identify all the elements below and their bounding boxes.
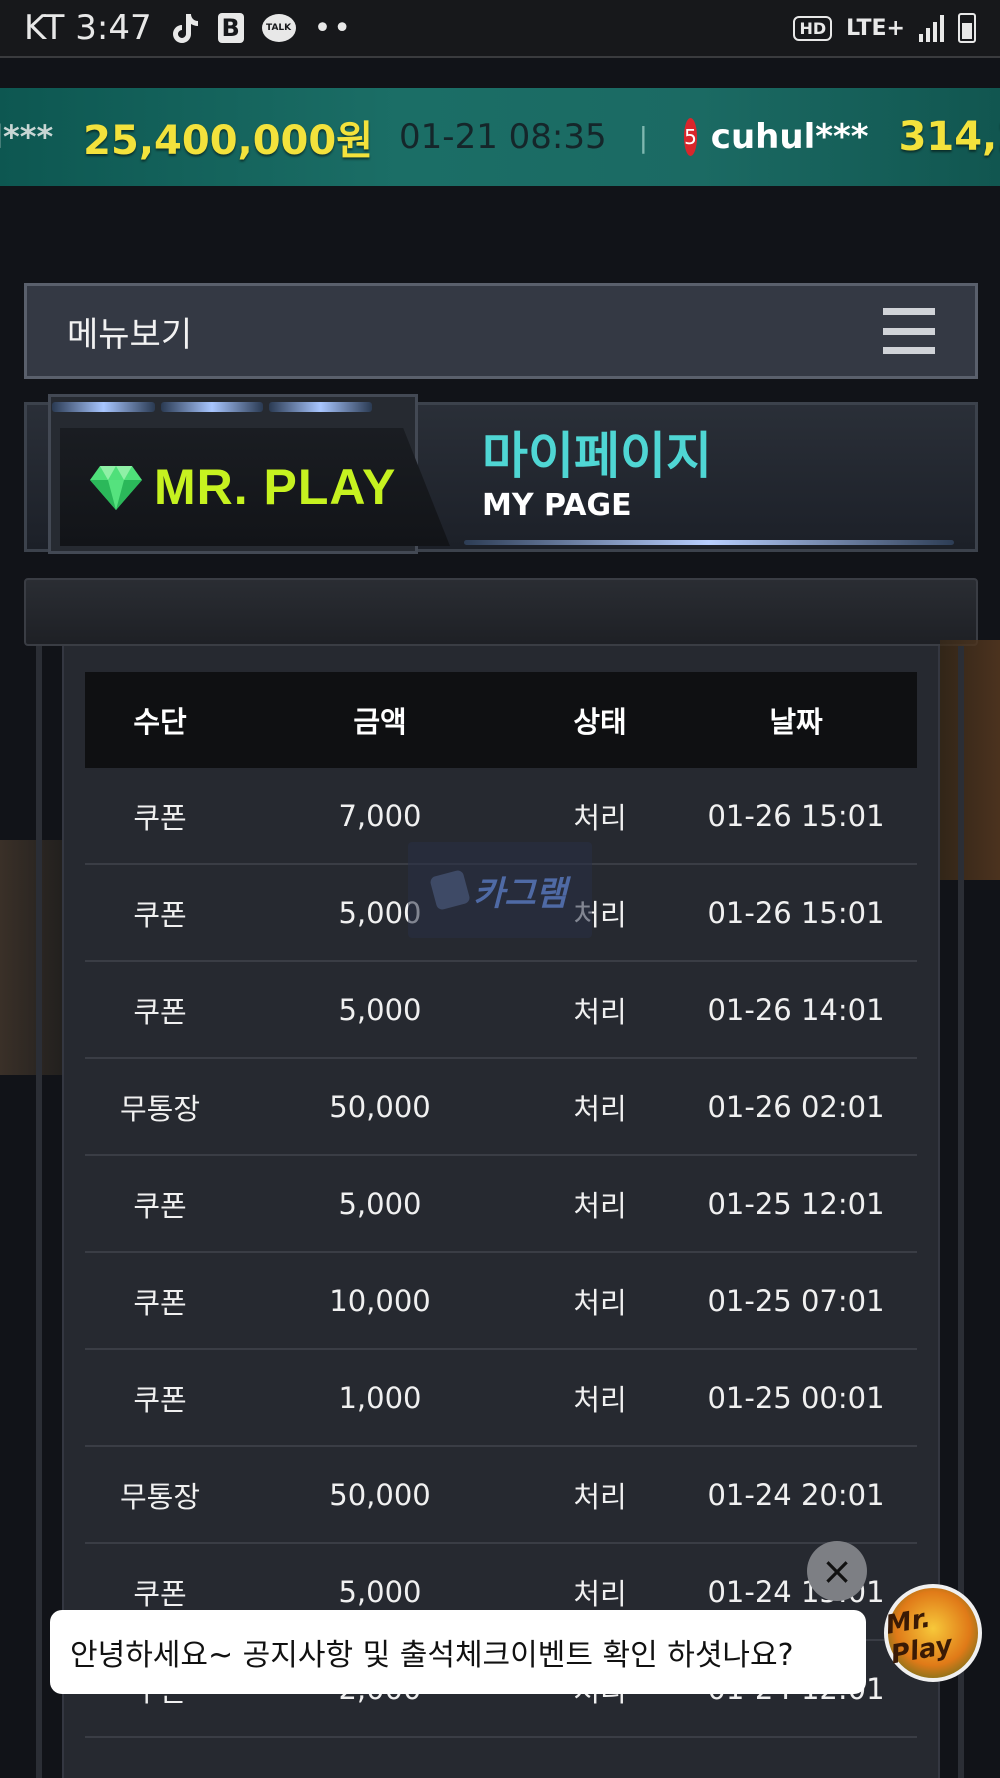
ticker-separator: | [638,120,649,154]
header-amount: 금액 [353,705,407,739]
app-b-icon: B [217,13,244,43]
cell-status: 처리 [573,800,627,835]
more-notifications-icon: •• [313,10,353,46]
network-type: LTE+ [846,15,905,41]
cell-amount: 10,000 [329,1283,431,1318]
carrier-time: KT 3:47 [24,8,152,48]
table-row: 무통장 50,000 처리 01-26 02:01 [85,1059,917,1156]
ticker-rank-badge: 5 [684,118,697,156]
kakaotalk-icon: TALK [261,14,296,42]
battery-icon [958,13,976,43]
cell-amount: 5,000 [338,992,422,1027]
cell-method: 무통장 [119,1479,201,1514]
table-row: 쿠폰 5,000 처리 01-25 12:01 [85,1156,917,1253]
cell-date: 01-24 15:01 [707,1574,885,1609]
ticker-next-amount: 314,2 [898,114,1000,160]
table-row: 쿠폰 10,000 처리 01-25 07:01 [85,1253,917,1350]
chat-bot-logo: Mr. Play [883,1603,955,1671]
side-character-image [0,840,62,1075]
menu-bar[interactable]: 메뉴보기 [24,283,978,379]
cell-amount: 50,000 [329,1477,431,1512]
cell-status: 처리 [573,1091,627,1126]
cell-method: 쿠폰 [133,1576,187,1611]
cell-date: 01-26 15:01 [707,895,885,930]
cell-status: 처리 [573,1576,627,1611]
table-header: 수단 금액 상태 날짜 [85,672,917,768]
cell-date: 01-25 00:01 [707,1380,885,1415]
decorative-strip [24,578,978,646]
cell-amount: 5,000 [338,1186,422,1221]
brand-name: MR. PLAY [154,459,397,515]
table-row: 무통장 50,000 처리 01-24 20:01 [85,1447,917,1544]
cell-date: 01-26 02:01 [707,1089,885,1124]
page-subtitle: MY PAGE [482,488,632,523]
cell-method: 쿠폰 [133,1188,187,1223]
table-row: 쿠폰 1,000 처리 01-25 00:01 [85,1350,917,1447]
cell-status: 처리 [573,1188,627,1223]
cell-date: 01-25 07:01 [707,1283,885,1318]
ticker-time: 01-21 08:35 [399,117,607,157]
cell-date: 01-26 15:01 [707,798,885,833]
cell-date: 01-26 14:01 [707,992,885,1027]
ticker-user: cuhul*** [710,117,869,157]
watermark: 카그램 [408,842,592,938]
decorative-light-bar [464,540,954,545]
cell-amount: 5,000 [338,1574,422,1609]
status-bar: KT 3:47 B TALK •• HD LTE+ [0,0,1000,58]
table-row: 쿠폰 5,000 처리 01-26 14:01 [85,962,917,1059]
cell-status: 처리 [573,1285,627,1320]
cell-amount: 7,000 [338,798,422,833]
page-title: 마이페이지 [482,427,712,485]
cell-date: 01-24 20:01 [707,1477,885,1512]
brand-logo: MR. PLAY [60,428,450,546]
tiktok-icon [170,12,200,44]
cell-amount: 1,000 [338,1380,422,1415]
cell-status: 처리 [573,1382,627,1417]
winner-ticker: l*** 25,400,000원 01-21 08:35 | 5 cuhul**… [0,88,1000,186]
cell-amount: 50,000 [329,1089,431,1124]
decorative-lights [52,402,373,412]
transaction-table: 수단 금액 상태 날짜 쿠폰 7,000 처리 01-26 15:01 쿠폰 5… [85,672,917,1738]
close-chat-button[interactable]: × [807,1541,867,1601]
header-status: 상태 [573,705,627,739]
cell-method: 쿠폰 [133,1382,187,1417]
diamond-icon [90,466,142,510]
menu-label[interactable]: 메뉴보기 [67,307,192,356]
hamburger-menu-icon[interactable] [883,308,935,354]
cell-method: 쿠폰 [133,994,187,1029]
cell-method: 쿠폰 [133,897,187,932]
chat-message-text: 안녕하세요~ 공지사항 및 출석체크이벤트 확인 하셧나요? [70,1638,794,1673]
cell-status: 처리 [573,994,627,1029]
chat-bot-avatar[interactable]: Mr. Play [883,1584,982,1682]
ticker-prev-user: l*** [0,118,54,156]
hd-voice-icon: HD [793,15,833,41]
header-method: 수단 [133,705,187,739]
dice-icon [429,869,471,911]
cell-method: 쿠폰 [133,800,187,835]
cell-status: 처리 [573,1479,627,1514]
chat-message-bubble[interactable]: 안녕하세요~ 공지사항 및 출석체크이벤트 확인 하셧나요? [50,1610,866,1694]
page-banner: MR. PLAY 마이페이지 MY PAGE [24,394,978,562]
watermark-text: 카그램 [473,873,567,914]
header-date: 날짜 [769,705,823,739]
cell-date: 01-25 12:01 [707,1186,885,1221]
cell-method: 쿠폰 [133,1285,187,1320]
signal-icon [919,14,944,42]
side-decoration-image [940,640,1000,880]
cell-method: 무통장 [119,1091,201,1126]
ticker-amount: 25,400,000원 [83,118,374,164]
